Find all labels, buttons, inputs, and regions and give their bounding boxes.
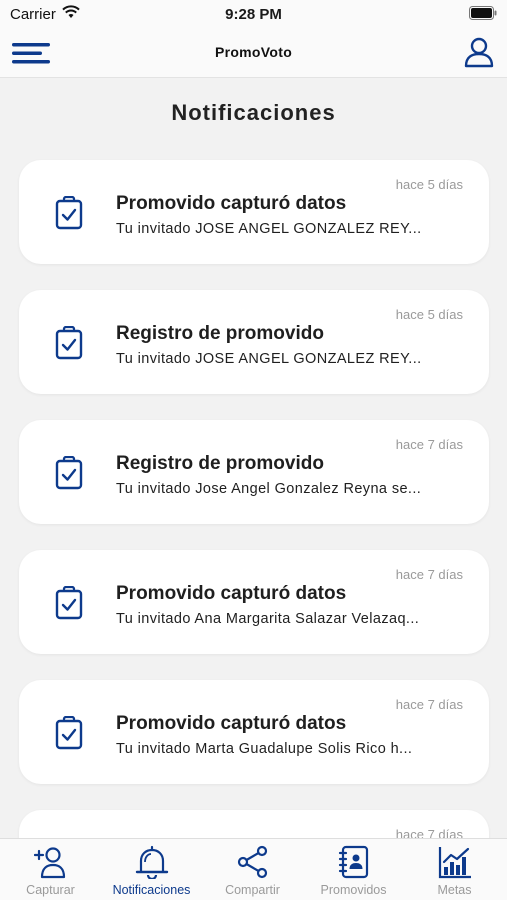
share-icon [237, 845, 267, 879]
tab-notificaciones[interactable]: Notificaciones [101, 839, 202, 900]
bar-chart-icon [438, 847, 471, 879]
app-header: PromoVoto [0, 28, 507, 78]
notification-card[interactable]: hace 7 días Promovido capturó datos Tu i… [19, 550, 489, 654]
app-title: PromoVoto [214, 44, 293, 60]
notifications-list: hace 5 días Promovido capturó datos Tu i… [19, 160, 489, 900]
bell-icon [135, 845, 168, 879]
tab-compartir[interactable]: Compartir [202, 839, 303, 900]
tab-promovidos[interactable]: Promovidos [303, 839, 404, 900]
clipboard-check-icon [55, 456, 83, 490]
clipboard-check-icon [55, 196, 83, 230]
notification-title: Promovido capturó datos [116, 713, 347, 734]
notification-title: Registro de promovido [116, 323, 324, 344]
tab-label: Compartir [225, 883, 280, 897]
tab-label: Capturar [26, 883, 75, 897]
notification-title: Registro de promovido [116, 453, 324, 474]
notification-time: hace 5 días [395, 177, 463, 192]
notification-time: hace 7 días [395, 567, 463, 582]
notification-body: Tu invitado JOSE ANGEL GONZALEZ REY... [116, 221, 422, 237]
add-user-icon [33, 847, 65, 879]
clipboard-check-icon [55, 586, 83, 620]
notification-card[interactable]: hace 7 días Promovido capturó datos Tu i… [19, 680, 489, 784]
tab-metas[interactable]: Metas [404, 839, 505, 900]
status-time: 9:28 PM [225, 6, 282, 23]
bottom-tab-bar: Capturar Notificaciones Compartir Promov… [0, 838, 507, 900]
page-title: Notificaciones [171, 100, 336, 125]
notification-card[interactable]: hace 5 días Promovido capturó datos Tu i… [19, 160, 489, 264]
notification-time: hace 7 días [395, 437, 463, 452]
notification-title: Promovido capturó datos [116, 583, 347, 604]
notification-body: Tu invitado Jose Angel Gonzalez Reyna se… [116, 481, 422, 497]
notification-body: Tu invitado Marta Guadalupe Solis Rico h… [116, 741, 413, 757]
clipboard-check-icon [55, 326, 83, 360]
notification-time: hace 5 días [395, 307, 463, 322]
tab-label: Promovidos [320, 883, 387, 897]
tab-capturar[interactable]: Capturar [0, 839, 101, 900]
tab-label: Notificaciones [112, 883, 191, 897]
status-bar: Carrier 9:28 PM [0, 0, 507, 28]
notification-title: Promovido capturó datos [116, 193, 347, 214]
clipboard-check-icon [55, 716, 83, 750]
notification-card[interactable]: hace 7 días Registro de promovido Tu inv… [19, 420, 489, 524]
notification-body: Tu invitado Ana Margarita Salazar Velaza… [116, 611, 420, 627]
notification-card[interactable]: hace 5 días Registro de promovido Tu inv… [19, 290, 489, 394]
tab-label: Metas [437, 883, 472, 897]
battery-icon [469, 6, 497, 20]
user-profile-icon[interactable] [463, 36, 495, 68]
notification-body: Tu invitado JOSE ANGEL GONZALEZ REY... [116, 351, 422, 367]
contacts-book-icon [338, 845, 368, 879]
notification-time: hace 7 días [395, 697, 463, 712]
